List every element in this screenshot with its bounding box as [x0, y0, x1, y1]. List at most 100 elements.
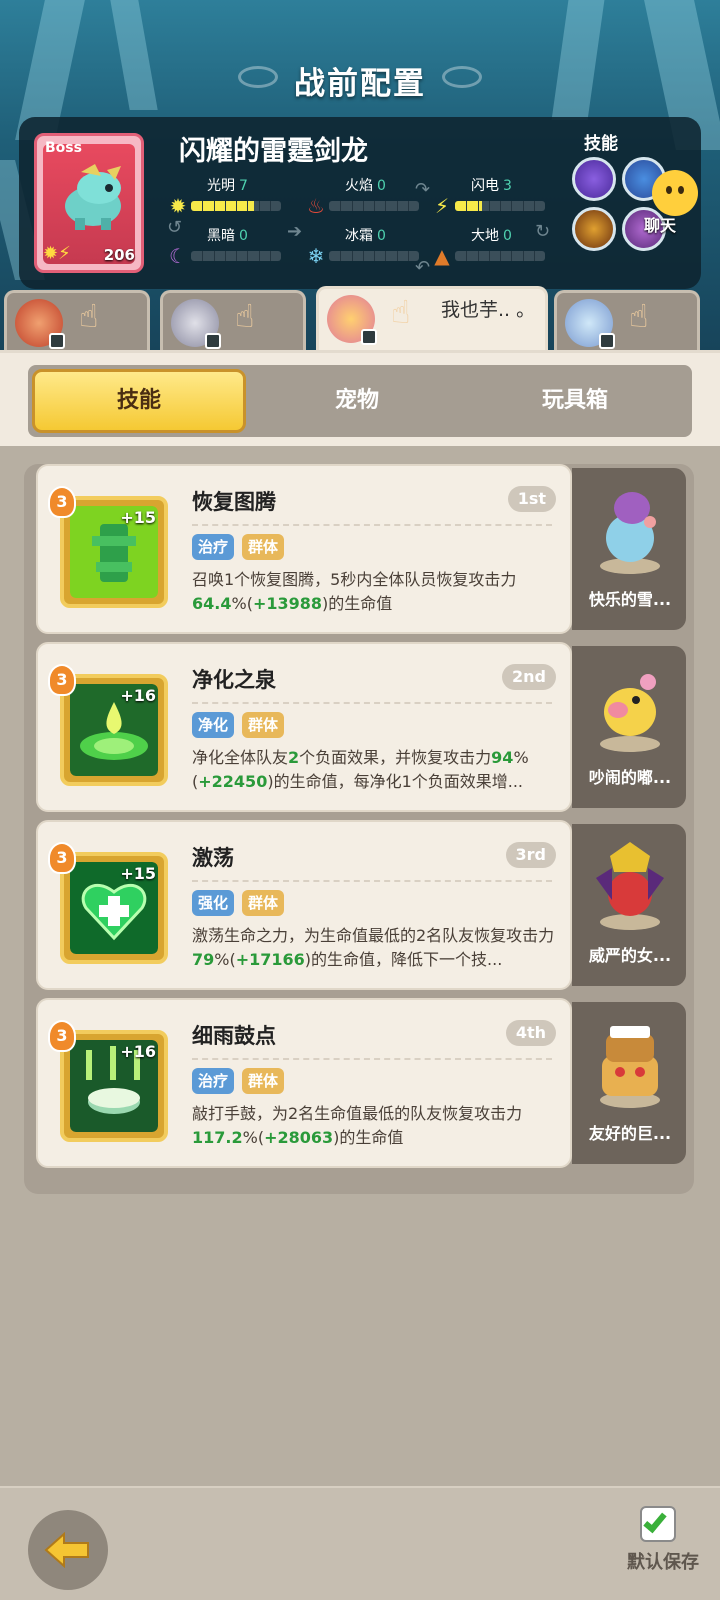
attr-value: 0 [503, 228, 512, 244]
hero-tab-3[interactable]: ☝ 我也芋.. 。 [316, 286, 548, 354]
skill-desc: 激荡生命之力，为生命值最低的2名队友恢复攻击力79%(+17166)的生命值，降… [192, 926, 555, 969]
skill-order: 3rd [505, 842, 556, 868]
skill-icon-frame: 3 +16 [48, 1020, 168, 1142]
pet-slot[interactable]: 威严的女... [572, 824, 686, 986]
thunder-dragon-icon [65, 164, 121, 230]
skill-row[interactable]: 3 +16 净化之泉 2nd 净化 群体 净化全体队友2个负面效果，并恢复攻击力… [30, 642, 686, 812]
attr-frost: 冰霜 0 ❄ [303, 225, 433, 268]
cycle-arrow-icon: ↶ [415, 257, 431, 278]
moon-icon: ☾ [169, 244, 187, 268]
skill-level-badge: 3 [48, 1020, 76, 1052]
pointing-hand-icon: ☝ [79, 297, 99, 335]
save-label: 默认保存 [627, 1552, 699, 1573]
skill-tag: 群体 [242, 712, 285, 738]
hero-tab-text: 我也芋.. 。 [441, 299, 536, 321]
attr-light: 光明 7 ✹ [165, 175, 295, 217]
light-bar [191, 201, 281, 211]
attr-fire: 火焰 0 ♨ [303, 175, 433, 218]
fire-bar [329, 201, 419, 211]
skill-card[interactable]: 3 +15 恢复图腾 1st 治疗 群体 召唤1个恢复图腾，5秒内全体队员恢复攻… [36, 464, 572, 634]
pet-slot[interactable]: 快乐的雪... [572, 468, 686, 630]
attr-value: 7 [239, 178, 248, 194]
cycle-arrow-icon: ➔ [287, 221, 303, 242]
skill-row[interactable]: 3 +15 恢复图腾 1st 治疗 群体 召唤1个恢复图腾，5秒内全体队员恢复攻… [30, 464, 686, 634]
hero-tab-1[interactable]: ☝ [4, 290, 150, 352]
boss-card[interactable]: Boss ✹⚡ 206 [34, 133, 144, 273]
hero-avatar-icon [327, 295, 377, 345]
pointing-hand-icon: ☝ [235, 297, 255, 335]
attr-label: 火焰 [345, 178, 373, 194]
hero-tab-4[interactable]: ☝ [554, 290, 700, 352]
lightning-bar [455, 201, 545, 211]
pet-name: 吵闹的嘟... [588, 768, 672, 787]
snow-pet-icon [600, 492, 660, 574]
tab-pets[interactable]: 宠物 [250, 369, 464, 433]
skill-icon-frame: 3 +15 [48, 486, 168, 608]
fire-icon: ♨ [307, 194, 325, 218]
tab-skills[interactable]: 技能 [32, 369, 246, 433]
noisy-bird-pet-icon [600, 674, 660, 752]
pet-name: 威严的女... [588, 946, 672, 965]
attr-label: 闪电 [471, 178, 499, 194]
skill-order: 2nd [502, 664, 556, 690]
checkbox-checked-icon[interactable] [640, 1506, 676, 1542]
attr-value: 0 [377, 228, 386, 244]
skill-card[interactable]: 3 +16 净化之泉 2nd 净化 群体 净化全体队友2个负面效果，并恢复攻击力… [36, 642, 572, 812]
skill-plus: +15 [120, 864, 156, 883]
pet-name: 友好的巨... [588, 1124, 672, 1143]
boss-name: 闪耀的雷霆剑龙 [179, 136, 368, 167]
attr-value: 0 [239, 228, 248, 244]
hero-tab-2[interactable]: ☝ [160, 290, 306, 352]
dark-bar [191, 251, 281, 261]
skill-desc: 召唤1个恢复图腾，5秒内全体队员恢复攻击力64.4%(+13988)的生命值 [192, 570, 517, 613]
skill-tag: 群体 [242, 1068, 285, 1094]
skill-desc: 敲打手鼓，为2名生命值最低的队友恢复攻击力117.2%(+28063)的生命值 [192, 1104, 523, 1147]
skill-name: 激荡 [192, 846, 234, 870]
category-tabs: 技能 宠物 玩具箱 [28, 365, 692, 437]
bottom-bar: 默认保存 [0, 1486, 720, 1600]
skill-card[interactable]: 3 +15 激荡 3rd 强化 群体 激荡生命之力，为生命值最低的2名队友恢复攻… [36, 820, 572, 990]
hero-avatar-icon [565, 299, 615, 349]
skill-name: 净化之泉 [192, 668, 276, 692]
majestic-queen-pet-icon [596, 842, 664, 930]
skill-tag: 治疗 [192, 1068, 235, 1094]
chat-button[interactable]: 聊天 [638, 170, 700, 235]
skill-plus: +15 [120, 508, 156, 527]
tab-toybox[interactable]: 玩具箱 [468, 369, 682, 433]
skill-order: 1st [507, 486, 556, 512]
pointing-hand-icon: ☝ [629, 297, 649, 335]
cycle-arrow-icon: ↺ [167, 217, 183, 238]
boss-skill-monster-icon[interactable] [572, 207, 616, 251]
chat-label: 聊天 [644, 216, 677, 235]
back-arrow-icon [44, 1532, 89, 1568]
attr-label: 大地 [471, 228, 499, 244]
attr-value: 0 [377, 178, 386, 194]
pet-slot[interactable]: 友好的巨... [572, 1002, 686, 1164]
frost-bar [329, 251, 419, 261]
mountain-icon: ▲ [434, 244, 450, 268]
default-save-toggle[interactable]: 默认保存 [618, 1506, 708, 1586]
attr-label: 光明 [207, 178, 235, 194]
skill-card[interactable]: 3 +16 细雨鼓点 4th 治疗 群体 敲打手鼓，为2名生命值最低的队友恢复攻… [36, 998, 572, 1168]
skill-tag: 净化 [192, 712, 235, 738]
skill-plus: +16 [120, 686, 156, 705]
smiley-icon [652, 170, 698, 216]
boss-level: 206 [103, 246, 135, 264]
pet-name: 快乐的雪... [588, 590, 672, 609]
hero-avatar-icon [171, 299, 221, 349]
skill-row[interactable]: 3 +16 细雨鼓点 4th 治疗 群体 敲打手鼓，为2名生命值最低的队友恢复攻… [30, 998, 686, 1168]
skill-plus: +16 [120, 1042, 156, 1061]
back-button[interactable] [28, 1510, 108, 1590]
snowflake-icon: ❄ [307, 244, 325, 268]
skill-name: 恢复图腾 [192, 490, 276, 514]
cycle-arrow-icon: ↻ [535, 221, 551, 242]
hero-avatar-icon [15, 299, 65, 349]
page-title: 战前配置 [294, 66, 426, 102]
boss-skill-vortex-icon[interactable] [572, 157, 616, 201]
skill-icon-frame: 3 +16 [48, 664, 168, 786]
skill-level-badge: 3 [48, 842, 76, 874]
attr-label: 冰霜 [345, 228, 373, 244]
skill-row[interactable]: 3 +15 激荡 3rd 强化 群体 激荡生命之力，为生命值最低的2名队友恢复攻… [30, 820, 686, 990]
skill-level-badge: 3 [48, 664, 76, 696]
pet-slot[interactable]: 吵闹的嘟... [572, 646, 686, 808]
